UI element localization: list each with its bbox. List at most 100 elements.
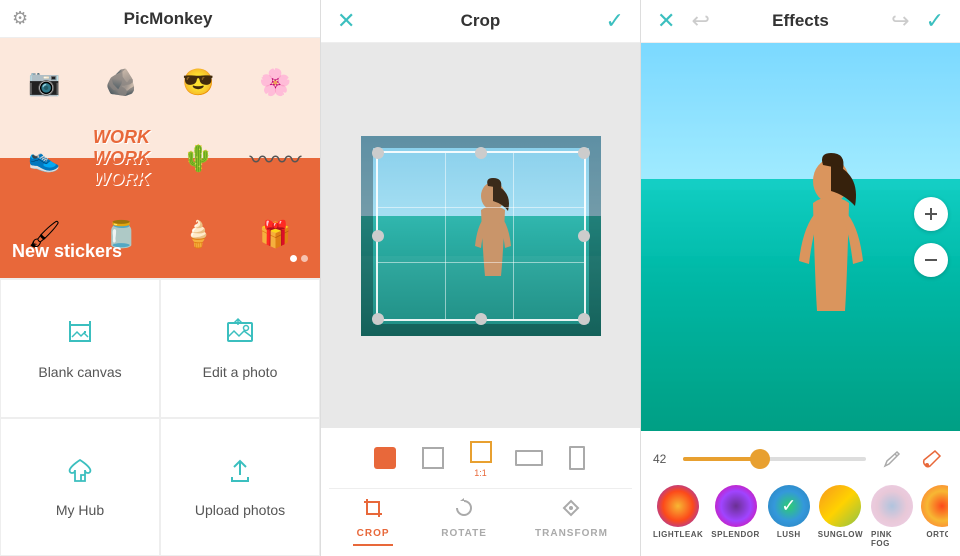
- filter-lush-circle: [768, 485, 810, 527]
- filter-pinkfog-circle: [871, 485, 913, 527]
- sticker-camera: 📷: [8, 46, 81, 118]
- rect-tall-icon: [569, 446, 585, 470]
- pm-header: ⚙ PicMonkey: [0, 0, 320, 38]
- crop-close-icon[interactable]: ✕: [337, 8, 355, 34]
- sticker-work: WORKWORKWORK: [85, 122, 158, 194]
- crop-canvas[interactable]: [321, 43, 640, 428]
- sq-outline-icon: [422, 447, 444, 469]
- effects-photo-bg: [641, 43, 960, 431]
- upload-photos-button[interactable]: Upload photos: [160, 418, 320, 556]
- tab-transform[interactable]: TRANSFORM: [535, 497, 608, 546]
- filter-sunglow-circle: [819, 485, 861, 527]
- transform-tab-label: TRANSFORM: [535, 528, 608, 539]
- shape-tall-btn[interactable]: [559, 444, 595, 472]
- pencil-tool-btn[interactable]: [876, 443, 908, 475]
- fx-plus-btn[interactable]: [914, 197, 948, 231]
- effects-close-icon[interactable]: ✕: [657, 8, 675, 34]
- effects-title: Effects: [772, 11, 829, 31]
- rotate-tab-label: ROTATE: [441, 528, 487, 539]
- effects-header-right: ↪ ✓: [891, 8, 944, 34]
- crop-handle-br[interactable]: [578, 313, 590, 325]
- crop-tab-label: CROP: [357, 528, 390, 539]
- crop-handle-tc[interactable]: [475, 147, 487, 159]
- my-hub-icon: [64, 455, 96, 494]
- effects-photo: [641, 43, 960, 431]
- edit-photo-icon: [224, 317, 256, 356]
- filter-splendor[interactable]: SPLENDOR: [711, 485, 759, 548]
- action-grid: Blank canvas Edit a photo My Hub: [0, 278, 320, 556]
- filter-orton-label: ORTON: [926, 530, 948, 539]
- effects-slider-row: 42: [653, 443, 948, 475]
- crop-handle-tr[interactable]: [578, 147, 590, 159]
- shape-11-btn[interactable]: 1:1: [463, 438, 499, 478]
- dots-indicator: [290, 255, 308, 262]
- crop-overlay[interactable]: [361, 136, 601, 336]
- filter-lightleak-label: LIGHTLEAK: [653, 530, 703, 539]
- paintbrush-tool-btn[interactable]: [916, 443, 948, 475]
- filter-pinkfog[interactable]: PINK FOG: [871, 485, 913, 548]
- crop-handle-tl[interactable]: [372, 147, 384, 159]
- filter-sunglow[interactable]: SUNGLOW: [818, 485, 863, 548]
- sq-orange-icon: [374, 447, 396, 469]
- sticker-swirl: 〰〰: [239, 122, 312, 194]
- crop-handle-rc[interactable]: [578, 230, 590, 242]
- new-stickers-label: New stickers: [12, 241, 122, 262]
- crop-confirm-icon[interactable]: ✓: [606, 8, 624, 34]
- fx-controls: [914, 197, 948, 277]
- edit-photo-button[interactable]: Edit a photo: [160, 279, 320, 418]
- filter-orton[interactable]: ORTON: [921, 485, 948, 548]
- effects-slider-fill: [683, 457, 760, 461]
- filter-splendor-circle: [715, 485, 757, 527]
- my-hub-button[interactable]: My Hub: [0, 418, 160, 556]
- effects-undo-icon[interactable]: ↩: [691, 8, 709, 34]
- shape-solid-btn[interactable]: [367, 444, 403, 472]
- sticker-cactus: 🌵: [162, 122, 235, 194]
- app-title: PicMonkey: [28, 9, 308, 29]
- upload-photos-label: Upload photos: [195, 502, 285, 518]
- effects-confirm-icon[interactable]: ✓: [926, 8, 944, 34]
- crop-handle-bc[interactable]: [475, 313, 487, 325]
- dot-1: [290, 255, 297, 262]
- sticker-shoe: 👟: [8, 122, 81, 194]
- crop-tabs: CROP ROTATE TRA: [329, 488, 632, 546]
- my-hub-label: My Hub: [56, 502, 104, 518]
- crop-tab-icon: [362, 497, 384, 525]
- crop-title: Crop: [461, 11, 501, 31]
- crop-toolbar: 1:1 CROP: [321, 428, 640, 556]
- rotate-tab-icon: [453, 497, 475, 525]
- effects-slider-thumb[interactable]: [750, 449, 770, 469]
- transform-tab-icon: [560, 497, 582, 525]
- filter-lush[interactable]: LUSH: [768, 485, 810, 548]
- crop-photo: [361, 136, 601, 336]
- effects-redo-icon[interactable]: ↪: [891, 8, 909, 34]
- crop-header: ✕ Crop ✓: [321, 0, 640, 43]
- blank-canvas-icon: [64, 317, 96, 356]
- fx-minus-btn[interactable]: [914, 243, 948, 277]
- filter-splendor-label: SPLENDOR: [711, 530, 759, 539]
- crop-shapes: 1:1: [329, 438, 632, 478]
- filter-orton-circle: [921, 485, 948, 527]
- crop-handle-lc[interactable]: [372, 230, 384, 242]
- shape-outline-btn[interactable]: [415, 444, 451, 472]
- crop-handle-bl[interactable]: [372, 313, 384, 325]
- crop-guide-v-right: [513, 153, 514, 319]
- shape-11-label: 1:1: [474, 468, 487, 478]
- tab-rotate[interactable]: ROTATE: [441, 497, 487, 546]
- stickers-banner[interactable]: 📷 🪨 😎 🌸 👟 WORKWORKWORK 🌵 〰〰 🖌 🫙 🍦 🎁 New …: [0, 38, 320, 278]
- effects-slider[interactable]: [683, 457, 866, 461]
- sticker-flower: 🌸: [239, 46, 312, 118]
- effects-value: 42: [653, 452, 673, 466]
- blank-canvas-label: Blank canvas: [38, 364, 121, 380]
- gear-icon[interactable]: ⚙: [12, 8, 28, 29]
- effects-panel: ✕ ↩ Effects ↪ ✓: [640, 0, 960, 556]
- crop-guide-h-bottom: [378, 262, 584, 263]
- effects-toolbar: 42: [641, 431, 960, 556]
- sticker-stones: 🪨: [85, 46, 158, 118]
- filter-lightleak-circle: [657, 485, 699, 527]
- rect-wide-icon: [515, 450, 543, 466]
- shape-wide-btn[interactable]: [511, 444, 547, 472]
- blank-canvas-button[interactable]: Blank canvas: [0, 279, 160, 418]
- tab-crop[interactable]: CROP: [353, 497, 393, 546]
- effects-filters: LIGHTLEAK SPLENDOR LUSH SUNGLOW PINK FOG…: [653, 485, 948, 548]
- filter-lightleak[interactable]: LIGHTLEAK: [653, 485, 703, 548]
